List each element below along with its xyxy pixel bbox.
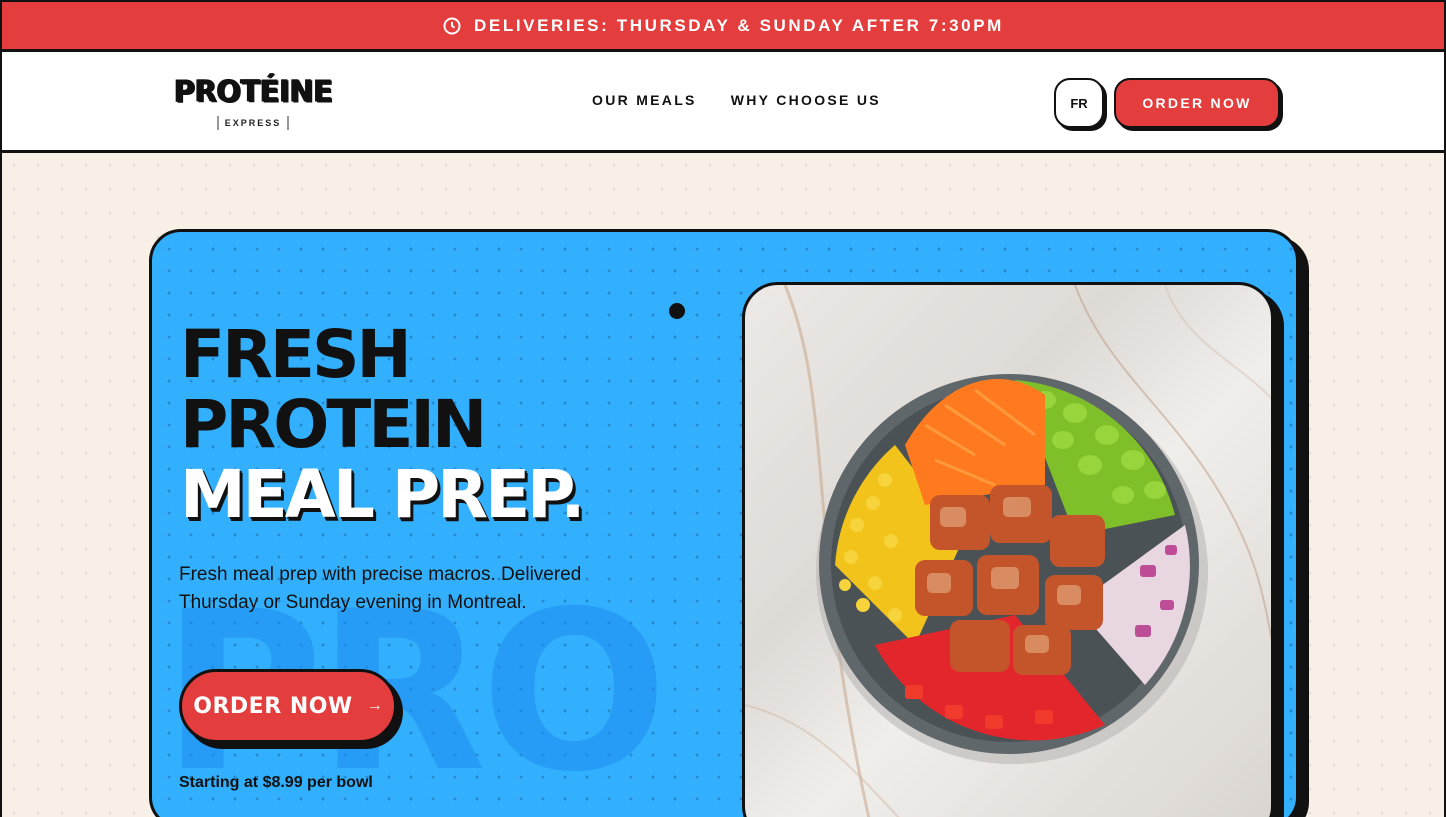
headline-line-1: FRESH: [180, 316, 412, 393]
protein-bowl-photo: [742, 282, 1274, 817]
logo-fork-icon: [216, 116, 219, 130]
clock-icon: [443, 17, 461, 34]
logo[interactable]: PROTÉINE EXPRESS: [174, 73, 344, 134]
announcement-bar: DELIVERIES: THURSDAY & SUNDAY AFTER 7:30…: [0, 0, 1446, 52]
logo-subtitle: EXPRESS: [212, 114, 294, 132]
headline-line-2: PROTEIN: [180, 386, 487, 463]
decorative-dot: [669, 303, 685, 319]
hero-subtext: Fresh meal prep with precise macros. Del…: [179, 564, 582, 613]
hero-headline: FRESH PROTEIN MEAL PREP.: [180, 316, 585, 533]
header-order-now-button[interactable]: ORDER NOW: [1114, 78, 1280, 128]
logo-subtitle-text: EXPRESS: [224, 118, 282, 128]
nav-link-our-meals[interactable]: OUR MEALS: [592, 92, 697, 108]
language-toggle-button[interactable]: FR: [1054, 78, 1104, 128]
arrow-right-icon: →: [366, 697, 383, 714]
headline-line-3: MEAL PREP.: [180, 456, 585, 533]
hero-order-now-button[interactable]: ORDER NOW →: [179, 669, 397, 743]
protein-bowl-illustration: [745, 285, 1271, 817]
announcement-text: DELIVERIES: THURSDAY & SUNDAY AFTER 7:30…: [474, 15, 1004, 35]
hero-card: PRO FRESH PROTEIN MEAL PREP. Fresh meal …: [149, 229, 1299, 817]
logo-knife-icon: [287, 116, 290, 130]
nav-link-why-choose-us[interactable]: WHY CHOOSE US: [731, 92, 881, 108]
price-note: Starting at $8.99 per bowl: [179, 774, 373, 791]
hero-cta-wrap: ORDER NOW →: [179, 669, 397, 743]
hero-order-now-label: ORDER NOW: [193, 693, 353, 719]
site-header: PROTÉINE EXPRESS OUR MEALS WHY CHOOSE US…: [0, 52, 1446, 153]
logo-wordmark: PROTÉINE: [174, 73, 333, 109]
main-nav: OUR MEALS WHY CHOOSE US: [592, 92, 881, 108]
